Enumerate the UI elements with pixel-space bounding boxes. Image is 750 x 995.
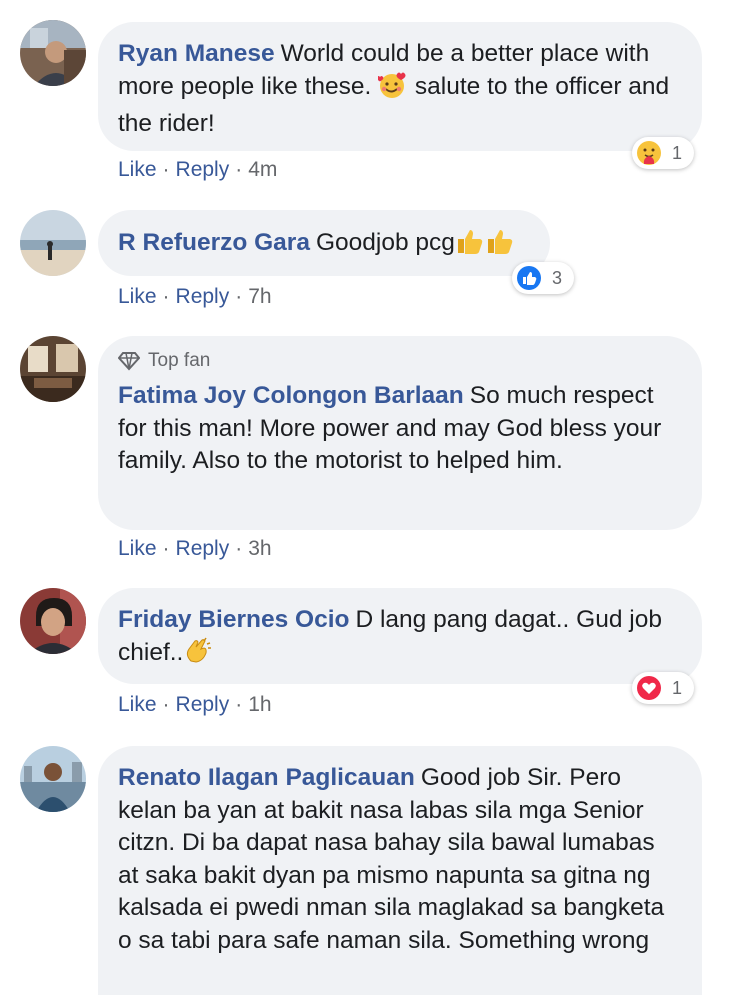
top-fan-badge: Top fan [118,350,680,372]
avatar[interactable] [20,20,86,86]
timestamp[interactable]: 1h [248,693,271,716]
reaction-summary[interactable]: 1 [632,137,695,169]
separator: · [235,537,243,560]
like-button[interactable]: Like [118,693,157,716]
smiling-face-with-hearts-icon [376,71,408,109]
comment-thread: Ryan Manese World could be a better place… [0,0,750,995]
reaction-count: 1 [672,142,683,163]
author-name[interactable]: Ryan Manese [118,40,275,67]
avatar[interactable] [20,336,86,402]
care-reaction-icon [636,140,662,166]
avatar[interactable] [20,210,86,276]
comment-text: Goodjob pcg [315,229,455,256]
comment-bubble: R Refuerzo Gara Goodjob pcg [98,210,550,276]
separator: · [162,285,170,308]
timestamp[interactable]: 7h [248,285,271,308]
comment-bubble: Friday Biernes Ocio D lang pang dagat.. G… [98,588,702,684]
like-button[interactable]: Like [118,158,157,181]
reply-button[interactable]: Reply [176,693,230,716]
reaction-summary[interactable]: 3 [512,262,575,294]
clapping-hands-icon [183,637,213,675]
comment-actions: Like · Reply · 7h [118,284,272,310]
avatar[interactable] [20,746,86,812]
like-button[interactable]: Like [118,537,157,560]
reaction-count: 1 [672,677,683,698]
separator: · [162,693,170,716]
timestamp[interactable]: 4m [248,158,277,181]
author-name[interactable]: Renato Ilagan Paglicauan [118,764,415,791]
love-reaction-icon [636,675,662,701]
separator: · [235,285,243,308]
reaction-count: 3 [552,267,563,288]
separator: · [162,158,170,181]
thumbs-up-icon [485,227,515,265]
like-button[interactable]: Like [118,285,157,308]
comment-actions: Like · Reply · 1h [118,692,272,718]
author-name[interactable]: Friday Biernes Ocio [118,606,349,633]
comment-bubble: Top fan Fatima Joy Colongon Barlaan So mu… [98,336,702,530]
reply-button[interactable]: Reply [176,158,230,181]
separator: · [235,158,243,181]
author-name[interactable]: Fatima Joy Colongon Barlaan [118,382,464,409]
comment-bubble: Renato Ilagan Paglicauan Good job Sir. Pe… [98,746,702,995]
top-fan-label: Top fan [148,350,211,371]
reply-button[interactable]: Reply [176,285,230,308]
reply-button[interactable]: Reply [176,537,230,560]
thumbs-up-icon [455,227,485,265]
comment-text: Good job Sir. Pero kelan ba yan at bakit… [118,764,665,954]
diamond-icon [118,352,140,371]
comment-bubble: Ryan Manese World could be a better place… [98,22,702,151]
separator: · [235,693,243,716]
author-name[interactable]: R Refuerzo Gara [118,229,310,256]
like-reaction-icon [516,265,542,291]
reaction-summary[interactable]: 1 [632,672,695,704]
separator: · [162,537,170,560]
comment-actions: Like · Reply · 4m [118,157,277,183]
comment-actions: Like · Reply · 3h [118,536,272,562]
avatar[interactable] [20,588,86,654]
timestamp[interactable]: 3h [248,537,271,560]
